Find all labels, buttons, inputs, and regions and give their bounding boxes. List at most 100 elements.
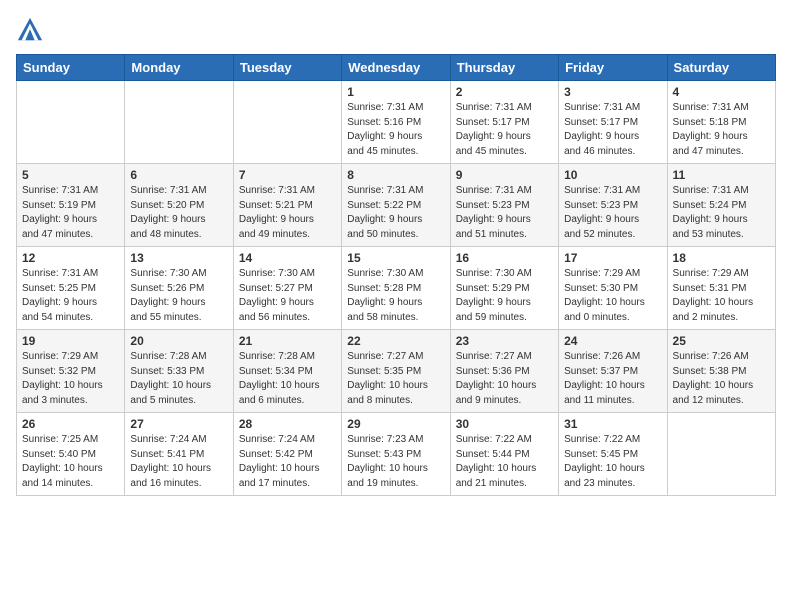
calendar-cell: 20 Sunrise: 7:28 AM Sunset: 5:33 PM Dayli… [125,330,233,413]
day-number: 10 [564,168,661,182]
calendar-cell: 27 Sunrise: 7:24 AM Sunset: 5:41 PM Dayli… [125,413,233,496]
calendar-cell: 5 Sunrise: 7:31 AM Sunset: 5:19 PM Daylig… [17,164,125,247]
day-info: Sunrise: 7:31 AM Sunset: 5:17 PM Dayligh… [564,101,661,159]
calendar-cell: 29 Sunrise: 7:23 AM Sunset: 5:43 PM Dayli… [342,413,450,496]
day-info: Sunrise: 7:26 AM Sunset: 5:37 PM Dayligh… [564,350,661,408]
day-number: 16 [456,251,553,265]
calendar-cell: 15 Sunrise: 7:30 AM Sunset: 5:28 PM Dayli… [342,247,450,330]
day-info: Sunrise: 7:24 AM Sunset: 5:42 PM Dayligh… [239,433,336,491]
day-info: Sunrise: 7:31 AM Sunset: 5:23 PM Dayligh… [564,184,661,242]
day-number: 12 [22,251,119,265]
calendar-header-thursday: Thursday [450,55,558,81]
calendar-cell: 28 Sunrise: 7:24 AM Sunset: 5:42 PM Dayli… [233,413,341,496]
day-number: 8 [347,168,444,182]
day-info: Sunrise: 7:31 AM Sunset: 5:17 PM Dayligh… [456,101,553,159]
day-number: 14 [239,251,336,265]
calendar-cell: 18 Sunrise: 7:29 AM Sunset: 5:31 PM Dayli… [667,247,775,330]
calendar-cell: 9Sunrise: 7:31 AM Sunset: 5:23 PM Daylig… [450,164,558,247]
calendar-week-row: 5 Sunrise: 7:31 AM Sunset: 5:19 PM Daylig… [17,164,776,247]
day-info: Sunrise: 7:26 AM Sunset: 5:38 PM Dayligh… [673,350,770,408]
calendar-cell: 13 Sunrise: 7:30 AM Sunset: 5:26 PM Dayli… [125,247,233,330]
day-info: Sunrise: 7:30 AM Sunset: 5:27 PM Dayligh… [239,267,336,325]
calendar-cell: 25 Sunrise: 7:26 AM Sunset: 5:38 PM Dayli… [667,330,775,413]
calendar-cell [233,81,341,164]
day-number: 21 [239,334,336,348]
day-number: 18 [673,251,770,265]
day-info: Sunrise: 7:22 AM Sunset: 5:45 PM Dayligh… [564,433,661,491]
day-info: Sunrise: 7:30 AM Sunset: 5:29 PM Dayligh… [456,267,553,325]
day-info: Sunrise: 7:25 AM Sunset: 5:40 PM Dayligh… [22,433,119,491]
header [16,16,776,44]
day-info: Sunrise: 7:28 AM Sunset: 5:33 PM Dayligh… [130,350,227,408]
day-number: 30 [456,417,553,431]
calendar-header-wednesday: Wednesday [342,55,450,81]
calendar-cell: 10 Sunrise: 7:31 AM Sunset: 5:23 PM Dayli… [559,164,667,247]
day-info: Sunrise: 7:30 AM Sunset: 5:26 PM Dayligh… [130,267,227,325]
calendar-cell: 31 Sunrise: 7:22 AM Sunset: 5:45 PM Dayli… [559,413,667,496]
calendar-cell: 7Sunrise: 7:31 AM Sunset: 5:21 PM Daylig… [233,164,341,247]
day-info: Sunrise: 7:22 AM Sunset: 5:44 PM Dayligh… [456,433,553,491]
logo-icon [16,16,44,44]
calendar-cell: 4 Sunrise: 7:31 AM Sunset: 5:18 PM Daylig… [667,81,775,164]
day-number: 24 [564,334,661,348]
day-info: Sunrise: 7:31 AM Sunset: 5:16 PM Dayligh… [347,101,444,159]
day-number: 19 [22,334,119,348]
day-info: Sunrise: 7:31 AM Sunset: 5:20 PM Dayligh… [130,184,227,242]
day-info: Sunrise: 7:28 AM Sunset: 5:34 PM Dayligh… [239,350,336,408]
calendar-cell [17,81,125,164]
day-number: 13 [130,251,227,265]
day-number: 4 [673,85,770,99]
calendar-cell: 12Sunrise: 7:31 AM Sunset: 5:25 PM Dayli… [17,247,125,330]
calendar-cell: 17Sunrise: 7:29 AM Sunset: 5:30 PM Dayli… [559,247,667,330]
calendar-header-sunday: Sunday [17,55,125,81]
calendar-table: SundayMondayTuesdayWednesdayThursdayFrid… [16,54,776,496]
day-info: Sunrise: 7:24 AM Sunset: 5:41 PM Dayligh… [130,433,227,491]
calendar-cell: 21 Sunrise: 7:28 AM Sunset: 5:34 PM Dayli… [233,330,341,413]
calendar-week-row: 26 Sunrise: 7:25 AM Sunset: 5:40 PM Dayli… [17,413,776,496]
calendar-cell: 16 Sunrise: 7:30 AM Sunset: 5:29 PM Dayli… [450,247,558,330]
day-info: Sunrise: 7:27 AM Sunset: 5:35 PM Dayligh… [347,350,444,408]
calendar-cell: 26 Sunrise: 7:25 AM Sunset: 5:40 PM Dayli… [17,413,125,496]
day-info: Sunrise: 7:31 AM Sunset: 5:21 PM Dayligh… [239,184,336,242]
calendar-header-tuesday: Tuesday [233,55,341,81]
calendar-header-saturday: Saturday [667,55,775,81]
calendar-cell [125,81,233,164]
day-info: Sunrise: 7:29 AM Sunset: 5:32 PM Dayligh… [22,350,119,408]
calendar-header-friday: Friday [559,55,667,81]
day-number: 15 [347,251,444,265]
day-number: 26 [22,417,119,431]
day-info: Sunrise: 7:23 AM Sunset: 5:43 PM Dayligh… [347,433,444,491]
day-number: 31 [564,417,661,431]
day-number: 27 [130,417,227,431]
day-number: 29 [347,417,444,431]
day-info: Sunrise: 7:31 AM Sunset: 5:19 PM Dayligh… [22,184,119,242]
day-number: 1 [347,85,444,99]
day-number: 28 [239,417,336,431]
day-number: 2 [456,85,553,99]
calendar-cell [667,413,775,496]
calendar-header-monday: Monday [125,55,233,81]
day-number: 6 [130,168,227,182]
day-number: 9 [456,168,553,182]
day-info: Sunrise: 7:29 AM Sunset: 5:31 PM Dayligh… [673,267,770,325]
day-info: Sunrise: 7:30 AM Sunset: 5:28 PM Dayligh… [347,267,444,325]
calendar-cell: 1 Sunrise: 7:31 AM Sunset: 5:16 PM Daylig… [342,81,450,164]
calendar-week-row: 1 Sunrise: 7:31 AM Sunset: 5:16 PM Daylig… [17,81,776,164]
day-number: 20 [130,334,227,348]
calendar-header-row: SundayMondayTuesdayWednesdayThursdayFrid… [17,55,776,81]
day-number: 17 [564,251,661,265]
calendar-cell: 30 Sunrise: 7:22 AM Sunset: 5:44 PM Dayli… [450,413,558,496]
calendar-cell: 22Sunrise: 7:27 AM Sunset: 5:35 PM Dayli… [342,330,450,413]
day-number: 25 [673,334,770,348]
calendar-cell: 8Sunrise: 7:31 AM Sunset: 5:22 PM Daylig… [342,164,450,247]
day-info: Sunrise: 7:31 AM Sunset: 5:24 PM Dayligh… [673,184,770,242]
day-number: 11 [673,168,770,182]
calendar-cell: 3Sunrise: 7:31 AM Sunset: 5:17 PM Daylig… [559,81,667,164]
calendar-cell: 11 Sunrise: 7:31 AM Sunset: 5:24 PM Dayli… [667,164,775,247]
calendar-cell: 23Sunrise: 7:27 AM Sunset: 5:36 PM Dayli… [450,330,558,413]
day-number: 5 [22,168,119,182]
calendar-cell: 19 Sunrise: 7:29 AM Sunset: 5:32 PM Dayli… [17,330,125,413]
day-info: Sunrise: 7:31 AM Sunset: 5:18 PM Dayligh… [673,101,770,159]
day-number: 23 [456,334,553,348]
calendar-week-row: 19 Sunrise: 7:29 AM Sunset: 5:32 PM Dayli… [17,330,776,413]
